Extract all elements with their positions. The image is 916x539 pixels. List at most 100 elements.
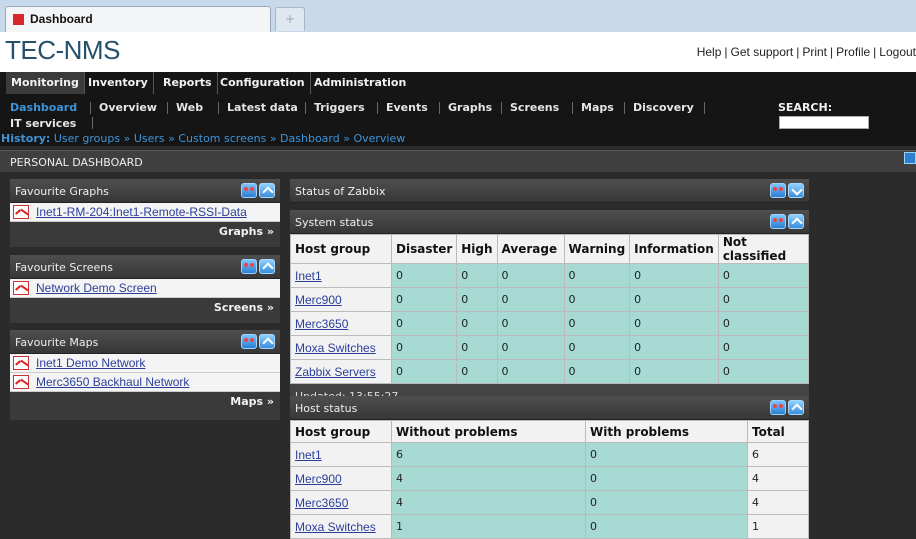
host-group-link[interactable]: Moxa Switches xyxy=(290,514,392,539)
not-classified-count[interactable]: 0 xyxy=(717,359,810,384)
browser-tab[interactable]: Dashboard xyxy=(5,6,271,32)
widget-title: Host status xyxy=(295,402,358,415)
host-group-link[interactable]: Zabbix Servers xyxy=(290,359,392,384)
logout-link[interactable]: Logout xyxy=(879,45,916,59)
without-problems-count: 6 xyxy=(391,442,586,467)
warning-count[interactable]: 0 xyxy=(563,311,631,336)
fullscreen-icon[interactable] xyxy=(904,152,916,164)
favourite-graph-item[interactable]: Inet1-RM-204:Inet1-Remote-RSSI-Data xyxy=(10,203,280,222)
collapse-icon[interactable] xyxy=(788,400,804,415)
submenu-triggers[interactable]: Triggers xyxy=(314,101,365,114)
history-link-user-groups[interactable]: User groups xyxy=(54,132,120,145)
column-header: Total xyxy=(747,420,809,443)
history-link-custom-screens[interactable]: Custom screens xyxy=(178,132,266,145)
widget-menu-icon[interactable] xyxy=(241,334,257,349)
menu-reports[interactable]: Reports xyxy=(158,72,218,94)
menu-monitoring[interactable]: Monitoring xyxy=(6,72,85,94)
screens-more-link[interactable]: Screens » xyxy=(10,298,280,318)
high-count[interactable]: 0 xyxy=(456,311,498,336)
collapse-icon[interactable] xyxy=(259,259,275,274)
high-count[interactable]: 0 xyxy=(456,287,498,312)
graphs-more-link[interactable]: Graphs » xyxy=(10,222,280,242)
history-link-dashboard[interactable]: Dashboard xyxy=(280,132,340,145)
warning-count[interactable]: 0 xyxy=(563,263,631,288)
host-group-link[interactable]: Merc3650 xyxy=(290,490,392,515)
average-count[interactable]: 0 xyxy=(496,311,565,336)
submenu-overview[interactable]: Overview xyxy=(99,101,157,114)
help-link[interactable]: Help xyxy=(697,45,722,59)
widget-header: Host status xyxy=(290,396,809,420)
collapse-icon[interactable] xyxy=(259,334,275,349)
favourite-map-item[interactable]: Merc3650 Backhaul Network xyxy=(10,373,280,392)
high-count[interactable]: 0 xyxy=(456,359,498,384)
average-count[interactable]: 0 xyxy=(496,359,565,384)
page-title: PERSONAL DASHBOARD xyxy=(10,156,143,169)
expand-icon[interactable] xyxy=(788,183,804,198)
maps-more-link[interactable]: Maps » xyxy=(10,392,280,412)
widget-menu-icon[interactable] xyxy=(770,400,786,415)
column-header: Without problems xyxy=(391,420,586,443)
collapse-icon[interactable] xyxy=(788,214,804,229)
disaster-count[interactable]: 0 xyxy=(390,359,458,384)
disaster-count[interactable]: 0 xyxy=(390,263,458,288)
submenu-graphs[interactable]: Graphs xyxy=(448,101,492,114)
menu-administration[interactable]: Administration xyxy=(309,72,411,94)
not-classified-count[interactable]: 0 xyxy=(717,263,810,288)
submenu-maps[interactable]: Maps xyxy=(581,101,614,114)
collapse-icon[interactable] xyxy=(259,183,275,198)
high-count[interactable]: 0 xyxy=(456,263,498,288)
host-group-link[interactable]: Inet1 xyxy=(290,442,392,467)
disaster-count[interactable]: 0 xyxy=(390,335,458,360)
average-count[interactable]: 0 xyxy=(496,335,565,360)
information-count[interactable]: 0 xyxy=(629,263,719,288)
disaster-count[interactable]: 0 xyxy=(390,287,458,312)
not-classified-count[interactable]: 0 xyxy=(717,311,810,336)
warning-count[interactable]: 0 xyxy=(563,359,631,384)
high-count[interactable]: 0 xyxy=(456,335,498,360)
widget-menu-icon[interactable] xyxy=(770,183,786,198)
host-group-link[interactable]: Merc900 xyxy=(290,466,392,491)
average-count[interactable]: 0 xyxy=(496,287,565,312)
favourite-screen-item[interactable]: Network Demo Screen xyxy=(10,279,280,298)
disaster-count[interactable]: 0 xyxy=(390,311,458,336)
print-link[interactable]: Print xyxy=(802,45,827,59)
submenu-discovery[interactable]: Discovery xyxy=(633,101,694,114)
information-count[interactable]: 0 xyxy=(629,311,719,336)
submenu-dashboard[interactable]: Dashboard xyxy=(10,101,77,114)
submenu-divider xyxy=(377,102,378,114)
information-count[interactable]: 0 xyxy=(629,287,719,312)
warning-count[interactable]: 0 xyxy=(563,335,631,360)
host-group-link[interactable]: Moxa Switches xyxy=(290,335,392,360)
average-count[interactable]: 0 xyxy=(496,263,565,288)
not-classified-count[interactable]: 0 xyxy=(717,335,810,360)
not-classified-count[interactable]: 0 xyxy=(717,287,810,312)
column-header[interactable]: Host group xyxy=(290,420,392,443)
widget-menu-icon[interactable] xyxy=(241,259,257,274)
submenu-it-services[interactable]: IT services xyxy=(10,117,76,130)
host-group-link[interactable]: Merc3650 xyxy=(290,311,392,336)
search-input[interactable] xyxy=(779,116,869,129)
widget-header: Favourite Graphs xyxy=(10,179,280,203)
logo: TEC-NMS xyxy=(5,35,120,65)
new-tab-button[interactable]: + xyxy=(275,7,305,31)
favourite-map-item[interactable]: Inet1 Demo Network xyxy=(10,354,280,373)
get-support-link[interactable]: Get support xyxy=(731,45,794,59)
menu-inventory[interactable]: Inventory xyxy=(83,72,154,94)
submenu-events[interactable]: Events xyxy=(386,101,428,114)
submenu-web[interactable]: Web xyxy=(176,101,203,114)
host-group-link[interactable]: Inet1 xyxy=(290,263,392,288)
submenu-screens[interactable]: Screens xyxy=(510,101,559,114)
widget-menu-icon[interactable] xyxy=(241,183,257,198)
information-count[interactable]: 0 xyxy=(629,335,719,360)
menu-configuration[interactable]: Configuration xyxy=(215,72,311,94)
history-link-users[interactable]: Users xyxy=(134,132,165,145)
warning-count[interactable]: 0 xyxy=(563,287,631,312)
column-header[interactable]: Host group xyxy=(290,234,392,264)
profile-link[interactable]: Profile xyxy=(836,45,870,59)
widget-menu-icon[interactable] xyxy=(770,214,786,229)
submenu-latest-data[interactable]: Latest data xyxy=(227,101,298,114)
total-count: 4 xyxy=(747,466,809,491)
host-group-link[interactable]: Merc900 xyxy=(290,287,392,312)
history-link-overview[interactable]: Overview xyxy=(353,132,405,145)
information-count[interactable]: 0 xyxy=(629,359,719,384)
